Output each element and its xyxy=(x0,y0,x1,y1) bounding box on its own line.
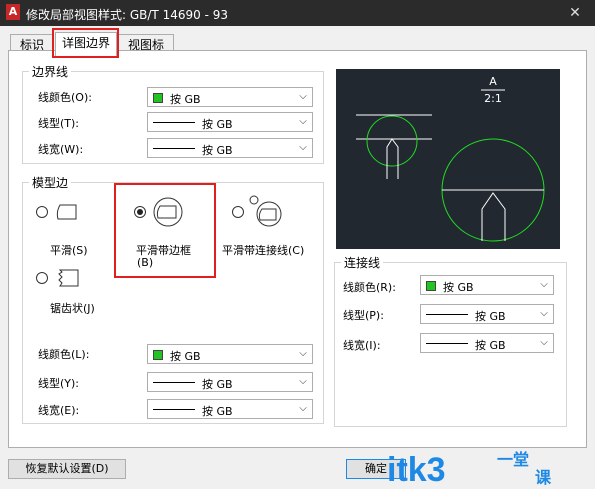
chevron-down-icon: ⌵ xyxy=(299,91,307,102)
preview-drawing: A 2:1 xyxy=(356,75,545,242)
preview-small-circle xyxy=(366,115,418,167)
combo-value: 按 GB xyxy=(202,378,233,391)
combo-value: 按 GB xyxy=(170,350,201,363)
watermark-suffix-bottom: 课 xyxy=(535,468,552,487)
line-sample-icon xyxy=(153,148,195,149)
chevron-down-icon: ⌵ xyxy=(299,142,307,153)
connector-line-title: 连接线 xyxy=(341,254,384,271)
combo-value: 按 GB xyxy=(170,93,201,106)
combo-value: 按 GB xyxy=(443,281,474,294)
option-smooth-with-connector-label: 平滑带连接线(C) xyxy=(222,244,305,257)
connector-linetype-combo[interactable]: 按 GB ⌵ xyxy=(420,304,554,324)
autocad-logo-icon: A xyxy=(6,4,20,20)
connector-linetype-label: 线型(P): xyxy=(343,309,384,322)
chevron-down-icon: ⌵ xyxy=(540,308,548,319)
restore-defaults-button[interactable]: 恢复默认设置(D) xyxy=(8,459,126,479)
green-swatch-icon xyxy=(153,93,163,103)
line-sample-icon xyxy=(426,343,468,344)
preview-pane: A 2:1 xyxy=(336,69,560,249)
line-sample-icon xyxy=(153,409,195,410)
model-edge-color-label: 线颜色(L): xyxy=(38,348,90,361)
line-sample-icon xyxy=(426,314,468,315)
smooth-with-connector-icon xyxy=(249,195,282,227)
combo-value: 按 GB xyxy=(475,310,506,323)
combo-value: 按 GB xyxy=(202,144,233,157)
radio-smooth-with-border[interactable] xyxy=(134,206,146,218)
option-smooth-with-border-label-line2: (B) xyxy=(137,256,154,269)
combo-value: 按 GB xyxy=(202,118,233,131)
preview-label-letter: A xyxy=(489,75,497,88)
radio-smooth-with-connector[interactable] xyxy=(232,206,244,218)
radio-smooth[interactable] xyxy=(36,206,48,218)
close-button[interactable]: ✕ xyxy=(555,0,595,26)
preview-small-part xyxy=(386,138,399,179)
preview-label-scale: 2:1 xyxy=(484,92,502,105)
itk3-watermark-logo: itk3 一堂 课 xyxy=(387,450,552,487)
boundary-color-label: 线颜色(O): xyxy=(38,91,92,104)
boundary-lineweight-combo[interactable]: 按 GB ⌵ xyxy=(147,138,313,158)
chevron-down-icon: ⌵ xyxy=(299,376,307,387)
title-bar: A 修改局部视图样式: GB/T 14690 - 93 ✕ xyxy=(0,0,595,26)
preview-large-part xyxy=(481,192,506,241)
combo-value: 按 GB xyxy=(202,405,233,418)
connector-lineweight-combo[interactable]: 按 GB ⌵ xyxy=(420,333,554,353)
radio-jagged[interactable] xyxy=(36,272,48,284)
chevron-down-icon: ⌵ xyxy=(299,348,307,359)
chevron-down-icon: ⌵ xyxy=(540,279,548,290)
tab-detail-boundary[interactable]: 详图边界 xyxy=(55,32,117,56)
model-edge-linetype-label: 线型(Y): xyxy=(38,377,80,390)
window-title: 修改局部视图样式: GB/T 14690 - 93 xyxy=(26,8,228,22)
boundary-line-title: 边界线 xyxy=(29,63,72,80)
watermark-suffix-top: 一堂 xyxy=(497,450,529,469)
model-edge-linetype-combo[interactable]: 按 GB ⌵ xyxy=(147,372,313,392)
smooth-with-border-icon xyxy=(153,197,183,227)
chevron-down-icon: ⌵ xyxy=(299,116,307,127)
boundary-linetype-combo[interactable]: 按 GB ⌵ xyxy=(147,112,313,132)
boundary-linetype-label: 线型(T): xyxy=(38,117,80,130)
combo-value: 按 GB xyxy=(475,339,506,352)
smooth-edge-icon xyxy=(56,204,77,220)
line-sample-icon xyxy=(153,382,195,383)
chevron-down-icon: ⌵ xyxy=(299,403,307,414)
connector-color-label: 线颜色(R): xyxy=(343,281,396,294)
option-smooth-label: 平滑(S) xyxy=(50,244,88,257)
boundary-color-combo[interactable]: 按 GB ⌵ xyxy=(147,87,313,107)
model-edge-title: 模型边 xyxy=(29,174,72,191)
line-sample-icon xyxy=(153,122,195,123)
model-edge-lineweight-combo[interactable]: 按 GB ⌵ xyxy=(147,399,313,419)
watermark-text: itk3 xyxy=(387,451,446,487)
boundary-lineweight-label: 线宽(W): xyxy=(38,143,84,156)
model-edge-color-combo[interactable]: 按 GB ⌵ xyxy=(147,344,313,364)
option-jagged-label: 锯齿状(J) xyxy=(50,302,95,315)
jagged-edge-icon xyxy=(58,269,79,287)
green-swatch-icon xyxy=(153,350,163,360)
model-edge-lineweight-label: 线宽(E): xyxy=(38,404,80,417)
connector-color-combo[interactable]: 按 GB ⌵ xyxy=(420,275,554,295)
connector-lineweight-label: 线宽(I): xyxy=(343,339,381,352)
chevron-down-icon: ⌵ xyxy=(540,337,548,348)
green-swatch-icon xyxy=(426,281,436,291)
